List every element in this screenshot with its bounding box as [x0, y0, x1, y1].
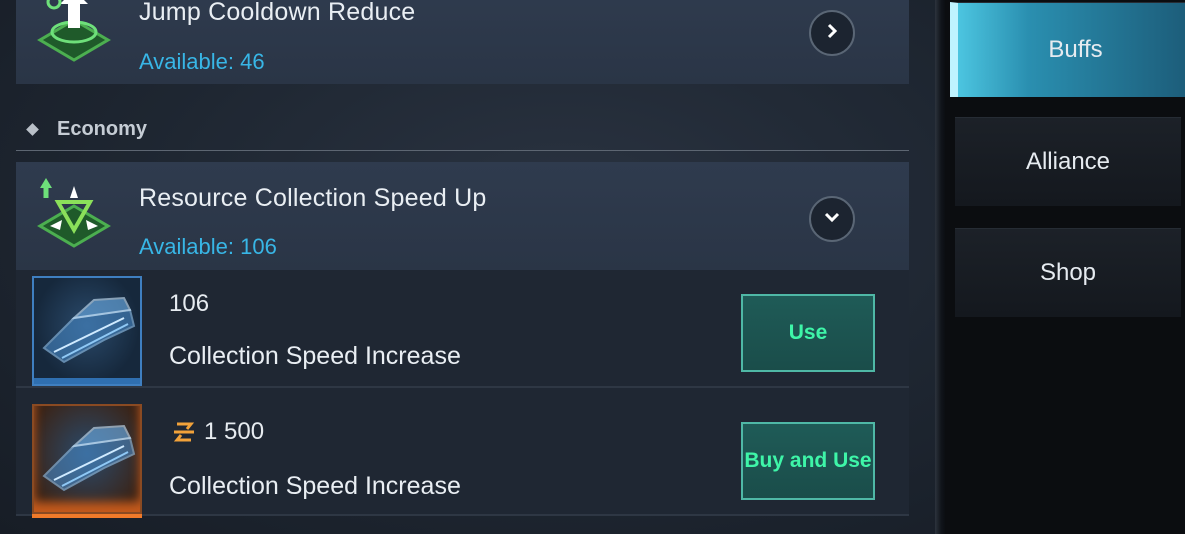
list-item: 1 500 Collection Speed Increase Buy and … [16, 388, 909, 518]
item-quantity: 106 [169, 290, 210, 317]
chevron-down-icon [823, 208, 841, 231]
list-item: 106 Collection Speed Increase Use [16, 270, 909, 388]
section-label: Economy [57, 118, 148, 140]
resource-speed-available: Available: 106 [139, 234, 277, 259]
buffs-list-panel: Jump Cooldown Reduce Available: 46 Econo… [0, 0, 935, 534]
use-button[interactable]: Use [741, 294, 875, 372]
item-description: Collection Speed Increase [169, 472, 461, 500]
resource-speed-icon [36, 176, 112, 252]
expand-jump-button[interactable] [809, 10, 855, 56]
diamond-bullet-icon [26, 123, 39, 136]
chevron-right-icon [823, 22, 841, 45]
item-price: 1 500 [204, 418, 265, 445]
tab-alliance[interactable]: Alliance [955, 117, 1181, 206]
tab-buffs[interactable]: Buffs [950, 2, 1185, 97]
buy-and-use-button[interactable]: Buy and Use [741, 422, 875, 500]
resource-speed-title: Resource Collection Speed Up [139, 184, 487, 212]
currency-icon [171, 420, 197, 449]
jump-cooldown-title: Jump Cooldown Reduce [139, 0, 416, 26]
panel-divider [935, 0, 945, 534]
collection-drone-image [32, 404, 142, 518]
economy-section-header: Economy [16, 110, 909, 151]
jump-cooldown-card[interactable]: Jump Cooldown Reduce Available: 46 [16, 0, 909, 84]
resource-speed-card[interactable]: Resource Collection Speed Up Available: … [16, 162, 909, 270]
jump-cooldown-available: Available: 46 [139, 49, 265, 74]
item-description: Collection Speed Increase [169, 342, 461, 370]
collapse-resource-button[interactable] [809, 196, 855, 242]
tab-shop[interactable]: Shop [955, 228, 1181, 317]
collection-drone-image [32, 276, 142, 386]
jump-boost-icon [36, 0, 112, 66]
